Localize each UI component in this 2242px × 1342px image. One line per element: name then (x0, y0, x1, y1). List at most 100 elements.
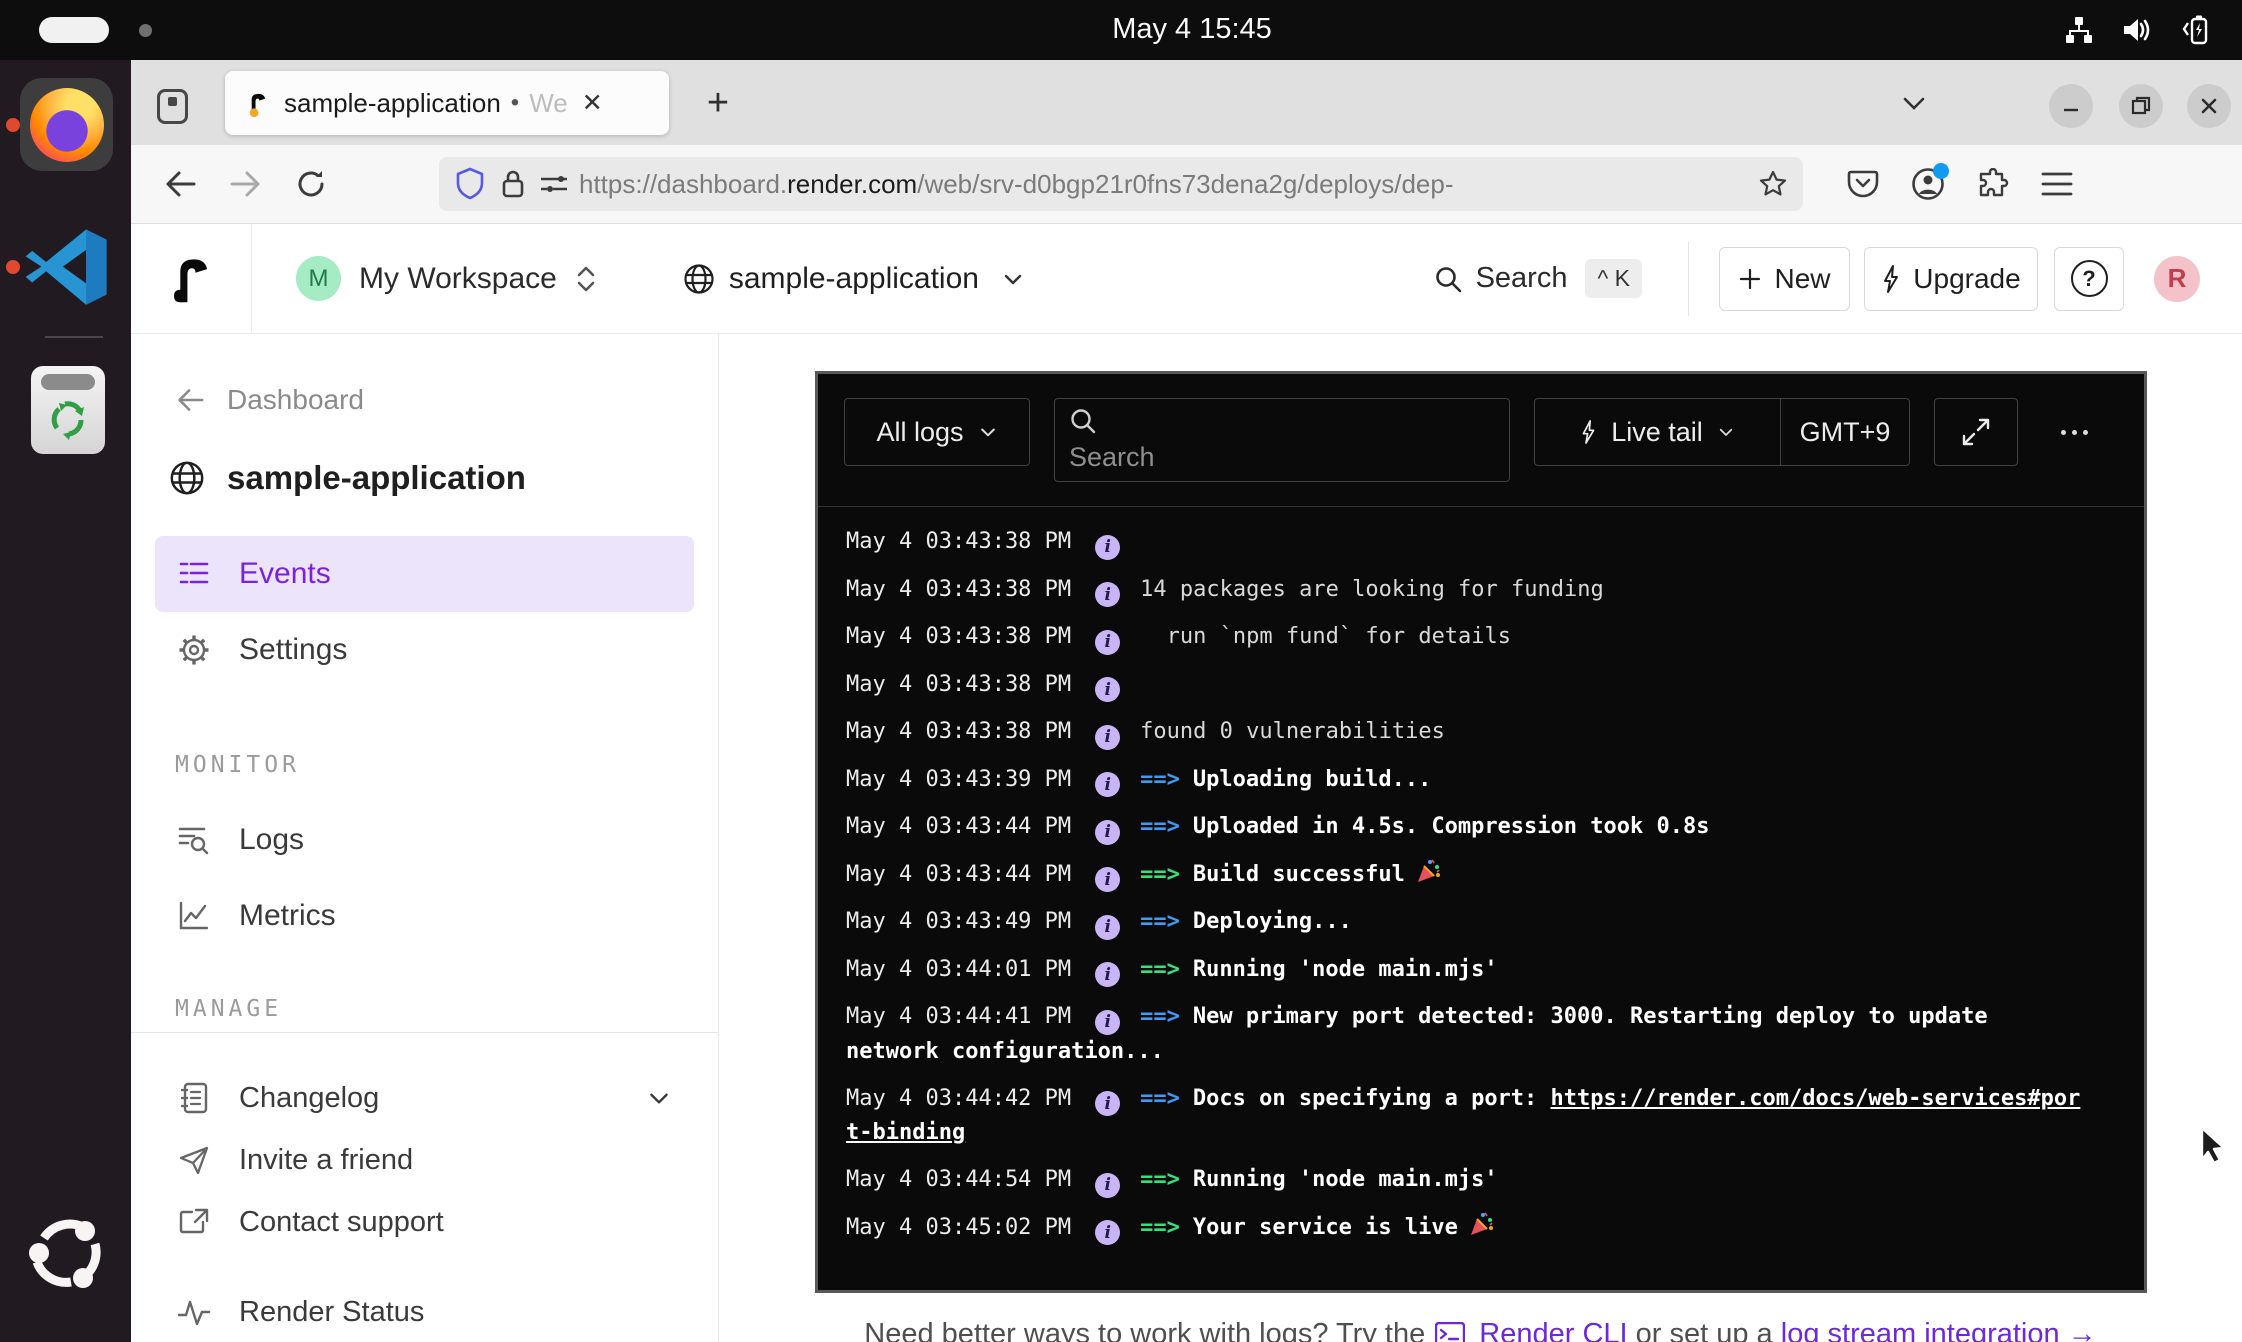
workspace-switcher[interactable]: M My Workspace (296, 256, 597, 301)
sidebar-divider (131, 1032, 718, 1033)
log-entry: May 4 03:44:54 PMi==>Running 'node main.… (846, 1163, 2084, 1198)
user-avatar[interactable]: R (2154, 256, 2200, 302)
log-arrow: ==> (1140, 909, 1180, 934)
log-filter-dropdown[interactable]: All logs (844, 398, 1030, 466)
lock-icon[interactable] (501, 169, 525, 199)
log-message: Deploying... (1193, 909, 1352, 934)
new-tab-button[interactable]: + (693, 78, 743, 128)
permissions-icon[interactable] (539, 172, 569, 196)
live-tail-button[interactable]: Live tail (1535, 417, 1780, 448)
log-timestamp: May 4 03:43:49 PM (846, 909, 1071, 934)
sidebar-item-label: Changelog (239, 1082, 379, 1115)
system-clock[interactable]: May 4 15:45 (1057, 13, 1327, 46)
info-icon[interactable]: i (1095, 1220, 1120, 1245)
info-icon[interactable]: i (1095, 915, 1120, 940)
log-arrow: ==> (1140, 1215, 1180, 1240)
upgrade-button[interactable]: Upgrade (1864, 247, 2038, 311)
volume-icon[interactable] (2120, 15, 2152, 45)
workspace-avatar: M (296, 256, 341, 301)
info-icon[interactable]: i (1095, 1010, 1120, 1035)
log-message: Uploaded in 4.5s. Compression took 0.8s (1193, 814, 1710, 839)
log-arrow: ==> (1140, 1086, 1180, 1111)
info-icon[interactable]: i (1095, 582, 1120, 607)
global-search-button[interactable]: Search ^ K (1434, 259, 1642, 298)
paper-plane-icon (177, 1145, 211, 1175)
ubuntu-show-apps-icon[interactable] (23, 1210, 109, 1296)
info-icon[interactable]: i (1095, 820, 1120, 845)
hamburger-menu-icon[interactable] (2041, 171, 2073, 197)
chevron-down-icon (1001, 267, 1025, 291)
list-all-tabs-icon[interactable] (1899, 88, 1929, 118)
log-entry: May 4 03:43:44 PMi==>Uploaded in 4.5s. C… (846, 810, 2084, 845)
log-entry: May 4 03:43:38 PMifound 0 vulnerabilitie… (846, 715, 2084, 750)
help-button[interactable]: ? (2054, 247, 2124, 311)
firefox-running-dot (6, 118, 20, 132)
info-icon[interactable]: i (1095, 867, 1120, 892)
sidebar-item-changelog[interactable]: Changelog (155, 1067, 694, 1129)
service-switcher[interactable]: sample-application (683, 262, 1025, 296)
firefox-view-icon[interactable] (157, 89, 188, 124)
new-button[interactable]: New (1719, 247, 1850, 311)
chevron-down-icon (646, 1085, 672, 1111)
back-icon[interactable] (163, 169, 197, 199)
window-restore-button[interactable] (2119, 84, 2163, 128)
dock-separator (45, 336, 103, 338)
account-icon[interactable] (1911, 167, 1945, 201)
browser-tab[interactable]: sample-application • We ✕ (225, 71, 669, 135)
log-arrow: ==> (1140, 862, 1180, 887)
sidebar-item-events[interactable]: Events (155, 536, 694, 612)
log-timestamp: May 4 03:44:54 PM (846, 1167, 1071, 1192)
sidebar-section-manage: MANAGE (155, 996, 694, 1024)
sidebar-item-contact-support[interactable]: Contact support (155, 1191, 694, 1253)
tab-title: sample-application (284, 88, 501, 119)
info-icon[interactable]: i (1095, 677, 1120, 702)
info-icon[interactable]: i (1095, 772, 1120, 797)
sidebar-item-label: Events (239, 557, 331, 591)
sidebar-item-invite-a-friend[interactable]: Invite a friend (155, 1129, 694, 1191)
trash-dock-icon[interactable] (31, 366, 105, 454)
info-icon[interactable]: i (1095, 1091, 1120, 1116)
workspace-dot-indicator[interactable] (139, 24, 152, 37)
sidebar-item-metrics[interactable]: Metrics (155, 878, 694, 954)
url-bar[interactable]: https://dashboard.render.com/web/srv-d0b… (439, 157, 1803, 211)
render-logo[interactable] (131, 224, 252, 333)
network-icon[interactable] (2064, 15, 2094, 45)
info-icon[interactable]: i (1095, 1173, 1120, 1198)
battery-icon[interactable] (2178, 14, 2212, 46)
log-stream-integration-link[interactable]: log stream integration → (1781, 1318, 2097, 1342)
reload-icon[interactable] (295, 168, 327, 200)
firefox-dock-icon[interactable] (20, 78, 113, 171)
sidebar-item-render-status[interactable]: Render Status (155, 1281, 694, 1342)
gear-icon (177, 634, 211, 666)
window-minimize-button[interactable] (2049, 84, 2093, 128)
more-options-icon[interactable] (2046, 398, 2102, 466)
expand-logs-icon[interactable] (1934, 398, 2018, 466)
log-search-placeholder: Search (1069, 442, 1495, 473)
back-to-dashboard-link[interactable]: Dashboard (155, 382, 694, 418)
extensions-puzzle-icon[interactable] (1977, 168, 2009, 200)
log-timestamp: May 4 03:43:39 PM (846, 767, 1071, 792)
sidebar-item-logs[interactable]: Logs (155, 802, 694, 878)
sidebar-status-nav: Render Status (155, 1281, 694, 1342)
log-timestamp: May 4 03:45:02 PM (846, 1215, 1071, 1240)
log-entry: May 4 03:43:49 PM i ==> Deploying... (846, 905, 2084, 940)
vscode-dock-icon[interactable] (21, 222, 114, 315)
tab-close-icon[interactable]: ✕ (582, 88, 603, 118)
pocket-icon[interactable] (1847, 169, 1879, 199)
window-close-button[interactable] (2187, 84, 2231, 128)
info-icon[interactable]: i (1095, 725, 1120, 750)
live-tail-group: Live tail GMT+9 (1534, 398, 1910, 466)
info-icon[interactable]: i (1095, 962, 1120, 987)
info-icon[interactable]: i (1095, 630, 1120, 655)
log-search-input[interactable]: Search (1054, 398, 1510, 482)
url-text[interactable]: https://dashboard.render.com/web/srv-d0b… (579, 169, 1787, 200)
info-icon[interactable]: i (1095, 535, 1120, 560)
forward-icon[interactable] (229, 169, 263, 199)
timezone-button[interactable]: GMT+9 (1781, 417, 1909, 448)
bookmark-star-icon[interactable] (1759, 170, 1787, 198)
sidebar-item-settings[interactable]: Settings (155, 612, 694, 688)
render-cli-link[interactable]: Render CLI (1479, 1318, 1627, 1342)
log-arrow: ==> (1140, 767, 1180, 792)
workspace-pill-indicator[interactable] (39, 17, 109, 43)
shield-icon[interactable] (455, 167, 485, 201)
